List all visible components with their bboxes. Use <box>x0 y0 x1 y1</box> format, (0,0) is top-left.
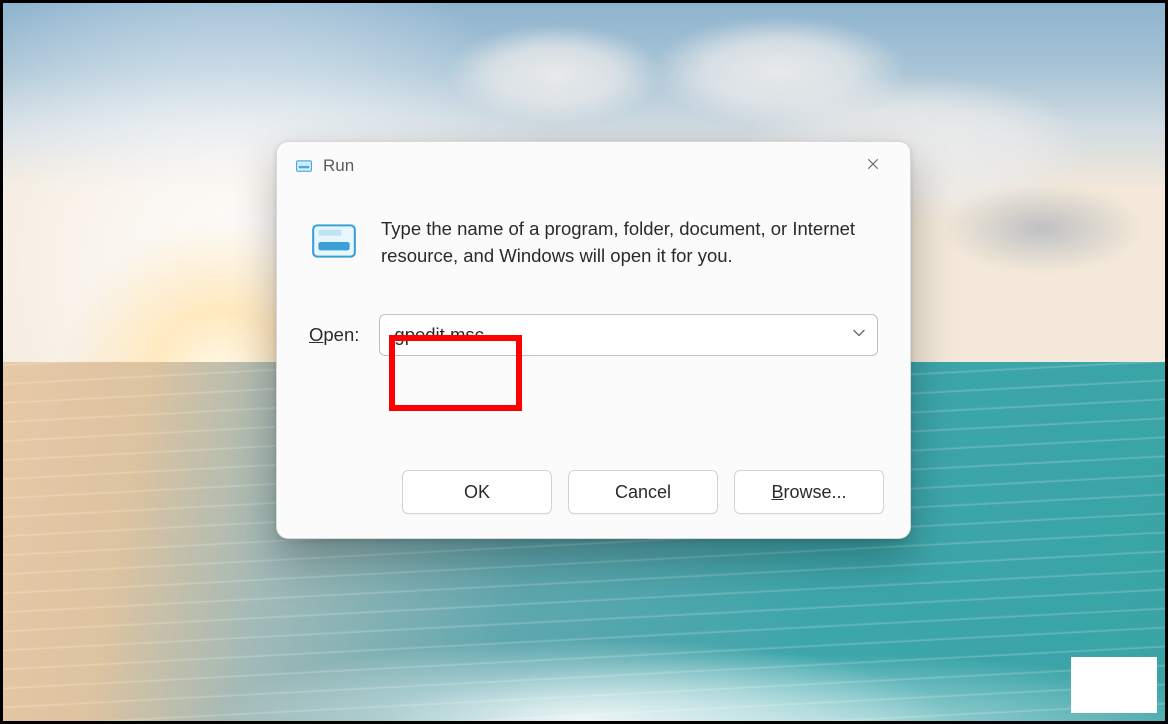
run-app-icon <box>295 157 313 175</box>
wallpaper-foam <box>3 592 1165 721</box>
run-dialog: Run Type the name of a program, folder, … <box>276 141 911 539</box>
open-combobox[interactable] <box>379 314 878 356</box>
open-label: Open: <box>309 324 359 346</box>
dialog-description: Type the name of a program, folder, docu… <box>381 216 861 270</box>
ok-button[interactable]: OK <box>402 470 552 514</box>
close-button[interactable] <box>850 148 896 184</box>
open-input[interactable] <box>380 315 877 355</box>
dialog-button-row: OK Cancel Browse... <box>402 470 884 514</box>
browse-button[interactable]: Browse... <box>734 470 884 514</box>
wallpaper-cloud <box>649 17 909 127</box>
titlebar[interactable]: Run <box>277 142 910 190</box>
desktop-viewport: Run Type the name of a program, folder, … <box>0 0 1168 724</box>
button-label: OK <box>464 482 490 503</box>
button-label: Browse... <box>771 482 846 503</box>
button-label: Cancel <box>615 482 671 503</box>
cancel-button[interactable]: Cancel <box>568 470 718 514</box>
wallpaper-cloud <box>942 183 1142 273</box>
watermark-patch <box>1071 657 1157 713</box>
dialog-body: Type the name of a program, folder, docu… <box>277 190 910 356</box>
close-icon <box>866 157 880 176</box>
dialog-title: Run <box>323 156 354 176</box>
run-large-icon <box>309 216 359 266</box>
wallpaper-cloud <box>445 25 665 125</box>
